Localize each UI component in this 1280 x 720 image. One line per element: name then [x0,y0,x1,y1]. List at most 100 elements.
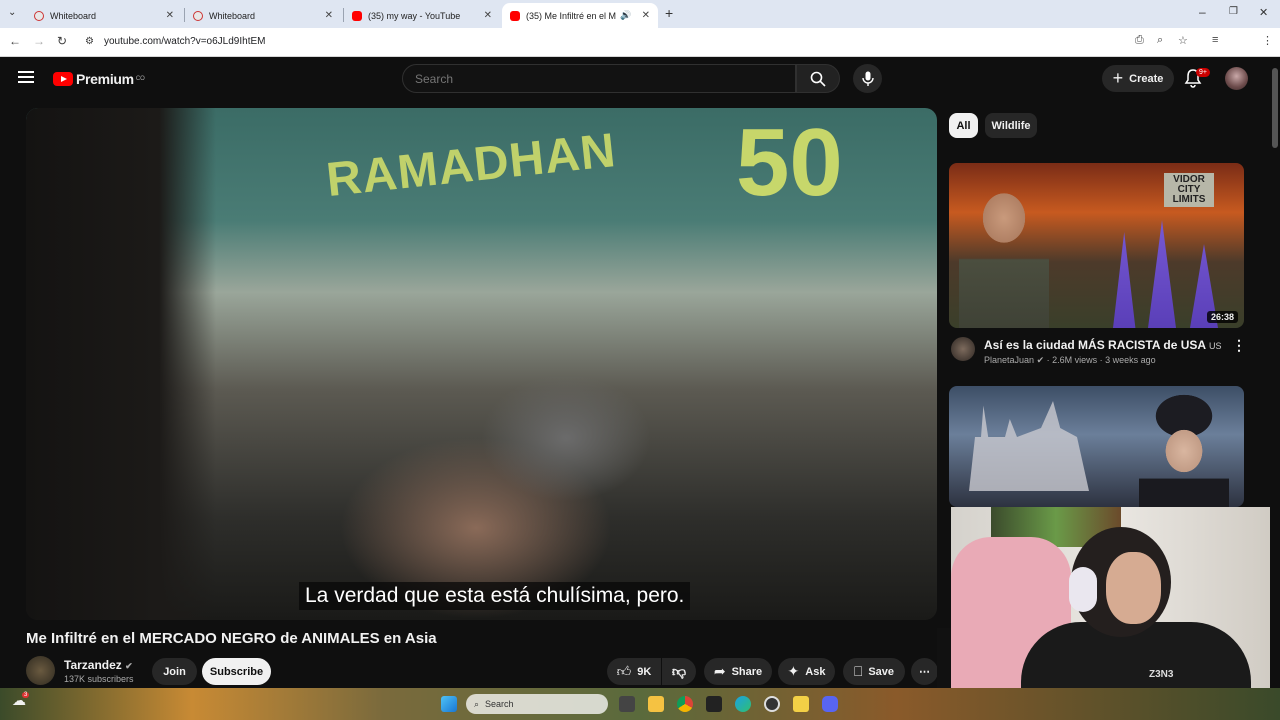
bookmark-star-icon[interactable]: ☆ [1178,34,1188,47]
verified-check-icon: ✔ [1036,355,1045,365]
new-tab-button[interactable]: + [665,5,673,21]
share-arrow-icon: ➦ [713,663,726,679]
reading-list-icon[interactable]: ≡ [1212,34,1218,46]
task-view-icon[interactable] [619,696,635,712]
close-window-icon[interactable]: ✕ [1259,6,1268,19]
forward-arrow-icon[interactable]: → [33,34,45,48]
search-button[interactable] [796,64,840,93]
file-explorer-icon[interactable] [648,696,664,712]
browser-tab[interactable]: Whiteboard ✕ [26,3,182,28]
audio-playing-icon[interactable]: 🔊 [620,10,631,21]
browser-tab-bar: ⌄ Whiteboard ✕ Whiteboard ✕ (35) my way … [0,0,1280,28]
discord-icon[interactable] [822,696,838,712]
headset [1069,567,1097,612]
recommendation-title[interactable]: Así es la ciudad MÁS RACISTA de USA US [984,338,1222,352]
shirt-logo-text: Z3N3 [1149,669,1174,680]
bookmark-icon: ⎕ [853,663,863,679]
save-button[interactable]: ⎕ Save [843,658,905,685]
channel-avatar[interactable] [26,656,55,685]
channel-name[interactable]: Tarzandez ✔ [64,658,133,672]
verified-check-icon: ✔ [125,661,133,671]
search-box [402,64,796,93]
video-player[interactable]: RAMADHAN 50 La verdad que esta está chul… [26,108,937,620]
search-input[interactable] [415,72,775,86]
recommendation-channel[interactable]: PlanetaJuan [984,355,1034,365]
taskbar-search[interactable]: ⌕ Search [466,694,608,714]
like-button[interactable]: 👍︎ 9K [607,658,661,685]
tab-title: Whiteboard [50,10,97,21]
account-avatar[interactable] [1225,67,1248,90]
youtube-favicon-icon [510,10,520,21]
windows-taskbar: ⌕ Search [0,688,1280,720]
dislike-button[interactable]: 👎︎ [662,658,696,685]
chip-all[interactable]: All [949,113,978,138]
page-scrollbar-thumb[interactable] [1272,68,1278,148]
close-tab-icon[interactable]: ✕ [642,10,650,21]
more-actions-button[interactable]: ⋯ [911,658,938,685]
plus-icon: + [1112,68,1124,88]
browser-address-bar: ← → ↻ ⚙ youtube.com/watch?v=o6JLd9IhtEM … [0,28,1280,76]
restore-window-icon[interactable]: ❐ [1229,6,1238,17]
zoom-icon[interactable]: ⌕ [1157,34,1163,47]
obs-icon[interactable] [764,696,780,712]
close-tab-icon[interactable]: ✕ [484,10,492,21]
youtube-premium-logo[interactable]: Premium CO [53,71,145,87]
youtube-header: Premium CO + Create [0,57,1270,101]
partial-sidebar-content [937,628,951,688]
notifications-badge: 9+ [1196,68,1210,77]
close-tab-icon[interactable]: ✕ [166,10,174,21]
app-icon[interactable] [706,696,722,712]
back-arrow-icon[interactable]: ← [9,34,21,48]
recommendation-thumbnail[interactable]: VIDOR CITY LIMITS 26:38 [949,163,1244,328]
microphone-icon [861,71,874,86]
tab-title: (35) my way - YouTube [368,10,461,21]
create-button[interactable]: + Create [1102,65,1174,92]
share-button[interactable]: ➦ Share [704,658,772,685]
browser-tab[interactable]: (35) my way - YouTube ✕ [344,3,500,28]
whiteboard-favicon-icon [193,10,203,21]
edge-icon[interactable] [735,696,751,712]
subscribe-button[interactable]: Subscribe [202,658,271,685]
more-vertical-icon[interactable]: ⋮ [1232,337,1246,354]
thumbs-up-icon: 👍︎ [616,663,632,679]
browser-tab[interactable]: Whiteboard ✕ [185,3,341,28]
tab-list-dropdown-icon[interactable]: ⌄ [8,7,16,18]
reload-icon[interactable]: ↻ [57,34,67,48]
browser-menu-icon[interactable]: ⋮ [1262,34,1273,47]
tab-title: (35) Me Infiltré en el MERC [526,10,616,21]
thumbs-down-icon: 👎︎ [671,663,687,679]
install-app-icon[interactable]: ⎙ [1135,34,1144,47]
chip-wildlife[interactable]: Wildlife [985,113,1037,138]
flag-text: US [1209,341,1222,351]
voice-search-button[interactable] [853,64,882,93]
youtube-play-icon [53,72,73,86]
more-horizontal-icon: ⋯ [919,666,930,678]
close-tab-icon[interactable]: ✕ [325,10,333,21]
whiteboard-favicon-icon [34,10,44,21]
thumbnail-sign-text: VIDOR CITY LIMITS [1164,173,1214,207]
youtube-favicon-icon [352,10,362,21]
video-frame-sale-sign: 50 [736,109,843,216]
windows-start-icon[interactable] [441,696,457,712]
url-field[interactable]: youtube.com/watch?v=o6JLd9IhtEM [104,36,265,47]
sparkle-icon: ✦ [787,663,800,679]
chrome-icon[interactable] [677,696,693,712]
search-icon: ⌕ [474,698,480,709]
app-icon[interactable] [793,696,809,712]
minimize-window-icon[interactable]: – [1199,5,1206,19]
video-frame-banner-text: RAMADHAN [324,123,619,208]
video-subtitle: La verdad que esta está chulísima, pero. [299,582,691,610]
channel-avatar[interactable] [951,337,975,361]
recommendation-meta: PlanetaJuan ✔ · 2.6M views · 3 weeks ago [984,355,1156,365]
page-scrollbar-track[interactable] [1270,57,1280,688]
browser-tab-active[interactable]: (35) Me Infiltré en el MERC 🔊 ✕ [502,3,658,28]
search-icon [810,71,826,87]
ask-button[interactable]: ✦ Ask [778,658,835,685]
site-info-icon[interactable]: ⚙ [85,36,94,47]
recommendation-thumbnail[interactable] [949,386,1244,507]
join-button[interactable]: Join [152,658,197,685]
video-title: Me Infiltré en el MERCADO NEGRO de ANIMA… [26,630,437,647]
menu-icon[interactable] [18,71,34,83]
subscriber-count: 137K subscribers [64,674,134,684]
video-duration: 26:38 [1206,311,1238,323]
